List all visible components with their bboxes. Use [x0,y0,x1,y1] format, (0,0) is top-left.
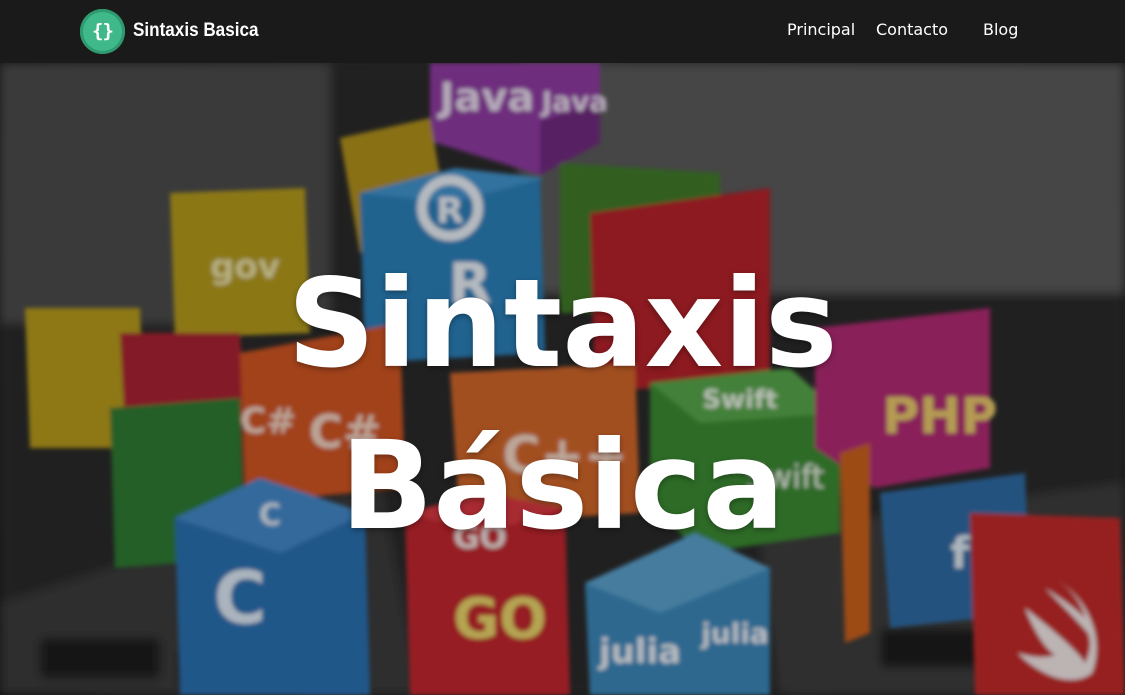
hero-title: Sintaxis Básica [0,243,1125,567]
nav-link-principal[interactable]: Principal [787,20,855,39]
hero-section: Java Java R R gov C# C# C++ Swift Swift … [0,63,1125,695]
top-navbar: {} Sintaxis Basica Principal Contacto Bl… [0,0,1125,63]
hero-title-line-1: Sintaxis [287,253,838,395]
hero-title-line-2: Básica [340,415,785,557]
nav-menu: Principal Contacto Blog [0,0,1125,63]
nav-link-contacto[interactable]: Contacto [876,20,948,39]
nav-link-blog[interactable]: Blog [983,20,1018,39]
